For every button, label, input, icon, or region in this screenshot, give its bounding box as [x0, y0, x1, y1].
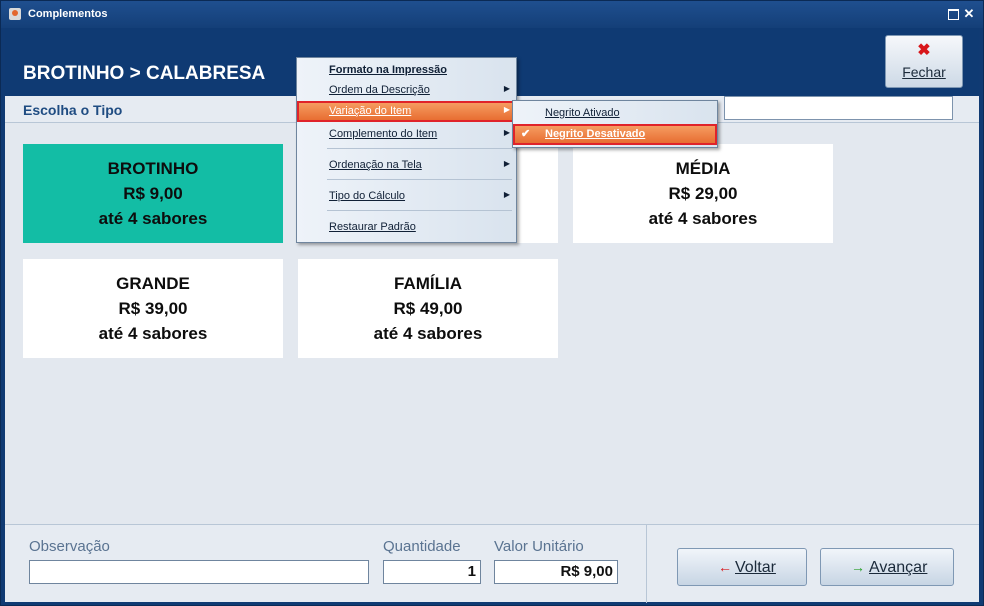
menu-separator: [327, 210, 512, 211]
card-brotinho[interactable]: BROTINHO R$ 9,00 até 4 sabores: [23, 144, 283, 243]
window-title: Complementos: [28, 8, 108, 20]
observacao-label: Observação: [29, 538, 110, 555]
submenu-arrow-icon: ▶: [503, 159, 510, 168]
maximize-icon[interactable]: [945, 6, 961, 22]
menu-separator: [327, 148, 512, 149]
search-input[interactable]: [724, 96, 953, 120]
submenu-item-negrito-ativado[interactable]: Negrito Ativado: [513, 103, 717, 124]
voltar-label: Voltar: [735, 559, 776, 576]
card-price: R$ 39,00: [118, 299, 188, 318]
card-grande[interactable]: GRANDE R$ 39,00 até 4 sabores: [23, 259, 283, 358]
submenu-variacao: Negrito Ativado ✔ Negrito Desativado: [512, 100, 718, 148]
menu-item-ordenacao-tela[interactable]: Ordenação na Tela ▶: [297, 155, 516, 176]
footer-divider: [646, 525, 647, 603]
card-flavors: até 4 sabores: [98, 209, 208, 228]
close-icon[interactable]: ✕: [961, 6, 977, 22]
context-menu: Formato na Impressão Ordem da Descrição …: [296, 57, 517, 243]
menu-item-complemento-item[interactable]: Complemento do Item ▶: [297, 124, 516, 145]
check-icon: ✔: [521, 128, 531, 140]
submenu-item-negrito-desativado[interactable]: ✔ Negrito Desativado: [513, 124, 717, 145]
avancar-label: Avançar: [869, 559, 928, 576]
card-name: MÉDIA: [675, 159, 731, 178]
valor-unitario-input[interactable]: R$ 9,00: [494, 560, 618, 584]
menu-item-variacao-item[interactable]: Variação do Item ▶: [297, 101, 516, 122]
submenu-arrow-icon: ▶: [503, 190, 510, 199]
title-bar[interactable]: Complementos ✕: [1, 1, 983, 28]
card-media[interactable]: MÉDIA R$ 29,00 até 4 sabores: [573, 144, 833, 243]
breadcrumb: BROTINHO > CALABRESA: [23, 63, 266, 84]
fechar-button[interactable]: ✖ Fechar: [885, 35, 963, 88]
submenu-arrow-icon: ▶: [503, 128, 510, 137]
menu-separator: [327, 179, 512, 180]
arrow-right-icon: →: [851, 559, 865, 575]
fechar-label: Fechar: [902, 64, 946, 80]
app-icon: [9, 8, 21, 20]
card-name: FAMÍLIA: [394, 274, 462, 293]
card-flavors: até 4 sabores: [648, 209, 758, 228]
submenu-arrow-icon: ▶: [503, 105, 510, 114]
complementos-window: Complementos ✕ BROTINHO > CALABRESA ✖ Fe…: [0, 0, 984, 606]
card-price: R$ 49,00: [393, 299, 463, 318]
menu-item-formato-impressao[interactable]: Formato na Impressão: [297, 60, 516, 81]
voltar-button[interactable]: ← Voltar: [677, 548, 807, 586]
card-name: BROTINHO: [107, 159, 199, 178]
card-flavors: até 4 sabores: [373, 324, 483, 343]
quantidade-input[interactable]: 1: [383, 560, 481, 584]
menu-item-restaurar-padrao[interactable]: Restaurar Padrão: [297, 217, 516, 238]
card-price: R$ 9,00: [123, 184, 183, 203]
card-flavors: até 4 sabores: [98, 324, 208, 343]
menu-item-tipo-calculo[interactable]: Tipo do Cálculo ▶: [297, 186, 516, 207]
arrow-left-icon: ←: [718, 559, 732, 575]
close-x-icon: ✖: [917, 42, 931, 59]
card-price: R$ 29,00: [668, 184, 738, 203]
section-title: Escolha o Tipo: [23, 102, 123, 118]
card-name: GRANDE: [116, 274, 190, 293]
card-familia[interactable]: FAMÍLIA R$ 49,00 até 4 sabores: [298, 259, 558, 358]
quantidade-label: Quantidade: [383, 538, 461, 555]
menu-item-ordem-descricao[interactable]: Ordem da Descrição ▶: [297, 80, 516, 101]
submenu-arrow-icon: ▶: [503, 84, 510, 93]
avancar-button[interactable]: → Avançar: [820, 548, 954, 586]
valor-unitario-label: Valor Unitário: [494, 538, 584, 555]
footer: Observação Quantidade 1 Valor Unitário R…: [5, 524, 979, 603]
observacao-input[interactable]: [29, 560, 369, 584]
